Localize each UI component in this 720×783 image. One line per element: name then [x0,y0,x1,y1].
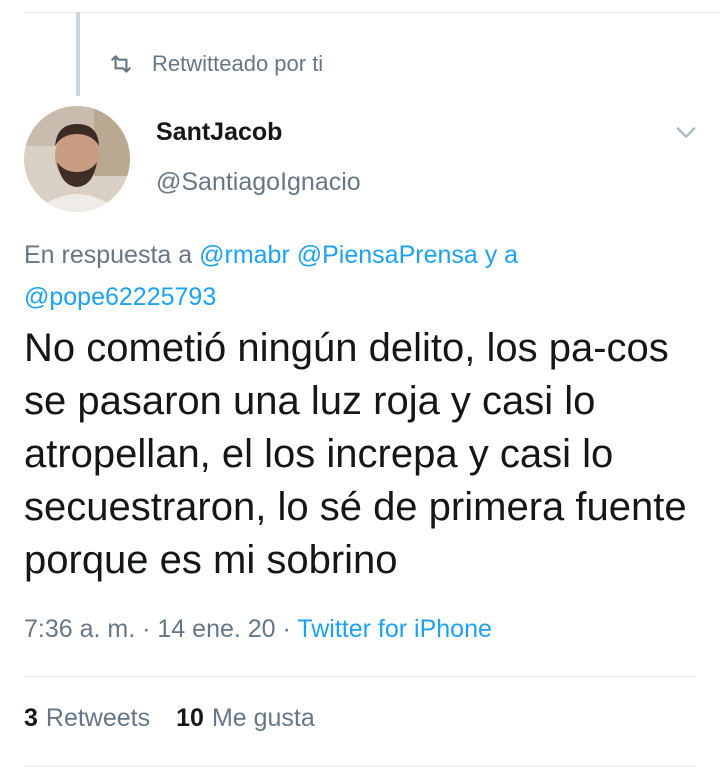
reply-prefix: En respuesta a [24,241,193,269]
meta-separator: · [142,615,151,643]
meta-separator: · [282,615,291,643]
reply-joiner: y a [484,241,519,269]
stats-bottom-divider [24,766,696,767]
mention-link[interactable]: @rmabr [199,241,290,269]
likes-count: 10 [176,704,204,732]
top-divider [24,12,720,13]
chevron-down-icon[interactable] [672,118,700,146]
engagement-stats: 3 Retweets 10 Me gusta [24,704,315,733]
tweet-text: No cometió ningún delito, los pa-cos se … [24,326,687,582]
tweet-time: 7:36 a. m. [24,615,136,643]
tweet-source-link[interactable]: Twitter for iPhone [297,615,492,643]
mention-link[interactable]: @PiensaPrensa [297,241,478,269]
stats-top-divider [24,676,696,677]
retweets-stat[interactable]: 3 Retweets [24,704,150,733]
retweeted-by-label: Retwitteado por ti [152,51,324,76]
avatar[interactable] [24,106,130,212]
retweeted-by-row: Retwitteado por ti [108,50,323,78]
likes-label: Me gusta [211,704,315,732]
author-handle[interactable]: @SantiagoIgnacio [156,168,361,197]
retweet-icon [111,55,131,73]
likes-stat[interactable]: 10 Me gusta [176,704,315,733]
tweet-metadata: 7:36 a. m. · 14 ene. 20 · Twitter for iP… [24,615,492,644]
author-display-name[interactable]: SantJacob [156,118,282,147]
thread-connector-line [76,12,80,96]
retweets-label: Retweets [45,704,151,732]
reply-context: En respuesta a @rmabr @PiensaPrensa y a … [24,234,694,318]
retweets-count: 3 [24,704,38,732]
tweet-date: 14 ene. 20 [157,615,276,643]
mention-link[interactable]: @pope62225793 [24,283,216,311]
